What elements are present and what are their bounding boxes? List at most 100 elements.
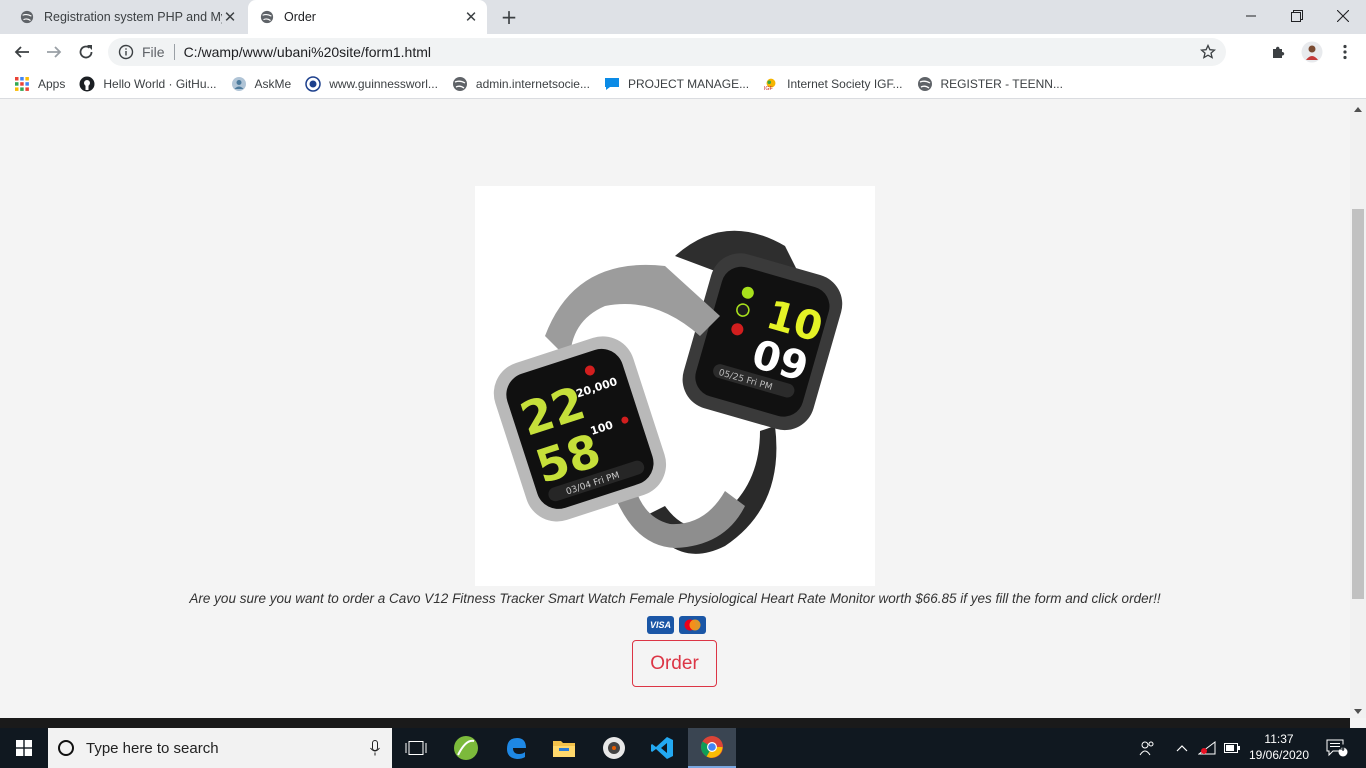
bookmark-internetsociety[interactable]: admin.internetsocie... <box>452 76 590 92</box>
clock-date: 19/06/2020 <box>1248 748 1310 762</box>
scheme-label: File <box>142 44 165 60</box>
cortana-icon <box>58 740 74 756</box>
bookmark-label: www.guinnessworl... <box>329 77 438 91</box>
bookmark-register[interactable]: REGISTER - TEENN... <box>917 76 1063 92</box>
bookmark-label: Apps <box>38 77 66 91</box>
green-app-icon <box>454 736 478 760</box>
mastercard-icon <box>679 616 706 634</box>
people-icon <box>1139 741 1154 756</box>
restore-icon <box>1291 10 1303 22</box>
smartwatch-image: 10 09 05/25 Fri PM 22 58 20,000 100 03/0… <box>493 230 843 554</box>
taskbar-app-chrome[interactable] <box>688 728 736 768</box>
vertical-scrollbar[interactable] <box>1350 99 1366 718</box>
close-icon <box>1337 10 1349 22</box>
menu-button[interactable] <box>1334 41 1356 63</box>
battery-button[interactable] <box>1222 728 1242 768</box>
info-icon[interactable] <box>118 44 134 60</box>
order-confirmation-text: Are you sure you want to order a Cavo V1… <box>189 591 1161 606</box>
taskbar-search-box[interactable]: Type here to search <box>48 728 392 768</box>
tab-title: Registration system PHP and My <box>44 10 222 24</box>
visa-label: VISA <box>649 620 671 630</box>
github-icon <box>79 76 95 92</box>
tab-title: Order <box>284 10 316 24</box>
search-placeholder: Type here to search <box>86 739 219 757</box>
edge-icon <box>507 738 526 759</box>
globe-icon <box>917 76 933 92</box>
battery-icon <box>1224 743 1240 753</box>
order-button[interactable]: Order <box>632 640 717 687</box>
close-icon[interactable]: ✕ <box>463 9 479 26</box>
network-disconnected-icon <box>1198 741 1216 755</box>
close-window-button[interactable] <box>1320 0 1366 32</box>
new-tab-button[interactable]: + <box>497 5 521 29</box>
avatar-icon <box>1301 41 1323 63</box>
svg-text:IGF: IGF <box>764 86 774 92</box>
visa-card-icon: VISA <box>647 616 674 634</box>
restore-button[interactable] <box>1274 0 1320 32</box>
tab-order[interactable]: Order ✕ <box>248 0 487 34</box>
profile-avatar[interactable] <box>1301 41 1323 63</box>
bookmark-label: AskMe <box>254 77 292 91</box>
bookmarks-bar: Apps Hello World · GitHu... AskMe www.gu… <box>0 70 1366 99</box>
tab-registration[interactable]: Registration system PHP and My ✕ <box>8 0 246 34</box>
bookmark-guinness[interactable]: www.guinnessworl... <box>305 76 438 92</box>
folder-icon <box>553 741 575 757</box>
extensions-button[interactable] <box>1268 41 1290 63</box>
system-clock[interactable]: 11:37 19/06/2020 <box>1244 731 1314 763</box>
scroll-down-icon[interactable] <box>1354 709 1362 714</box>
start-button[interactable] <box>0 728 48 768</box>
bookmark-label: Internet Society IGF... <box>787 77 903 91</box>
back-button[interactable] <box>8 38 36 66</box>
minimize-button[interactable] <box>1228 0 1274 32</box>
globe-icon <box>260 10 274 24</box>
igf-icon: IGF <box>763 76 779 92</box>
network-button[interactable] <box>1196 728 1218 768</box>
askme-icon <box>231 76 247 92</box>
notification-count: 4 <box>1339 743 1345 753</box>
tab-strip: Registration system PHP and My ✕ Order ✕… <box>0 0 1366 34</box>
forward-button[interactable] <box>40 38 68 66</box>
windows-taskbar: Type here to search 11:37 19/06/2020 4 <box>0 728 1366 768</box>
taskbar-app-evernote[interactable] <box>442 728 490 768</box>
bookmark-github[interactable]: Hello World · GitHu... <box>79 76 217 92</box>
people-button[interactable] <box>1136 728 1158 768</box>
scrollbar-thumb[interactable] <box>1352 209 1364 599</box>
vscode-icon <box>651 737 673 759</box>
globe-icon <box>452 76 468 92</box>
bookmark-askme[interactable]: AskMe <box>231 76 292 92</box>
windows-logo-icon <box>16 740 32 756</box>
chevron-up-icon <box>1176 745 1188 752</box>
clock-time: 11:37 <box>1264 732 1294 746</box>
task-view-icon <box>405 741 427 755</box>
taskbar-app-vscode[interactable] <box>638 728 686 768</box>
task-view-button[interactable] <box>392 728 440 768</box>
url-text[interactable]: C:/wamp/www/ubani%20site/form1.html <box>184 44 1200 60</box>
media-player-icon <box>603 737 625 759</box>
bookmark-label: PROJECT MANAGE... <box>627 77 750 91</box>
bookmark-project-manage[interactable]: PROJECT MANAGE... <box>604 76 749 92</box>
forward-arrow-icon <box>47 46 62 58</box>
taskbar-app-media[interactable] <box>590 728 638 768</box>
show-hidden-icons-button[interactable] <box>1172 728 1192 768</box>
reload-button[interactable] <box>72 38 100 66</box>
globe-icon <box>20 10 34 24</box>
payment-cards: VISA <box>647 616 706 634</box>
close-icon[interactable]: ✕ <box>222 9 238 26</box>
apps-grid-icon <box>14 76 30 92</box>
reload-icon <box>79 45 93 59</box>
bookmark-star-icon[interactable] <box>1200 44 1216 60</box>
taskbar-app-edge[interactable] <box>492 728 540 768</box>
chrome-icon <box>701 736 723 758</box>
chat-icon <box>604 76 620 92</box>
bookmark-igf[interactable]: IGF Internet Society IGF... <box>763 76 903 92</box>
product-image: 10 09 05/25 Fri PM 22 58 20,000 100 03/0… <box>475 186 875 586</box>
scroll-up-icon[interactable] <box>1354 107 1362 112</box>
action-center-button[interactable]: 4 <box>1320 728 1354 768</box>
address-bar[interactable]: File C:/wamp/www/ubani%20site/form1.html <box>108 38 1226 66</box>
taskbar-app-file-explorer[interactable] <box>540 728 588 768</box>
bookmark-apps[interactable]: Apps <box>14 76 65 92</box>
microphone-icon[interactable] <box>370 740 380 756</box>
page-content: 10 09 05/25 Fri PM 22 58 20,000 100 03/0… <box>0 99 1350 718</box>
guinness-icon <box>305 76 321 92</box>
browser-toolbar: File C:/wamp/www/ubani%20site/form1.html <box>0 34 1366 70</box>
